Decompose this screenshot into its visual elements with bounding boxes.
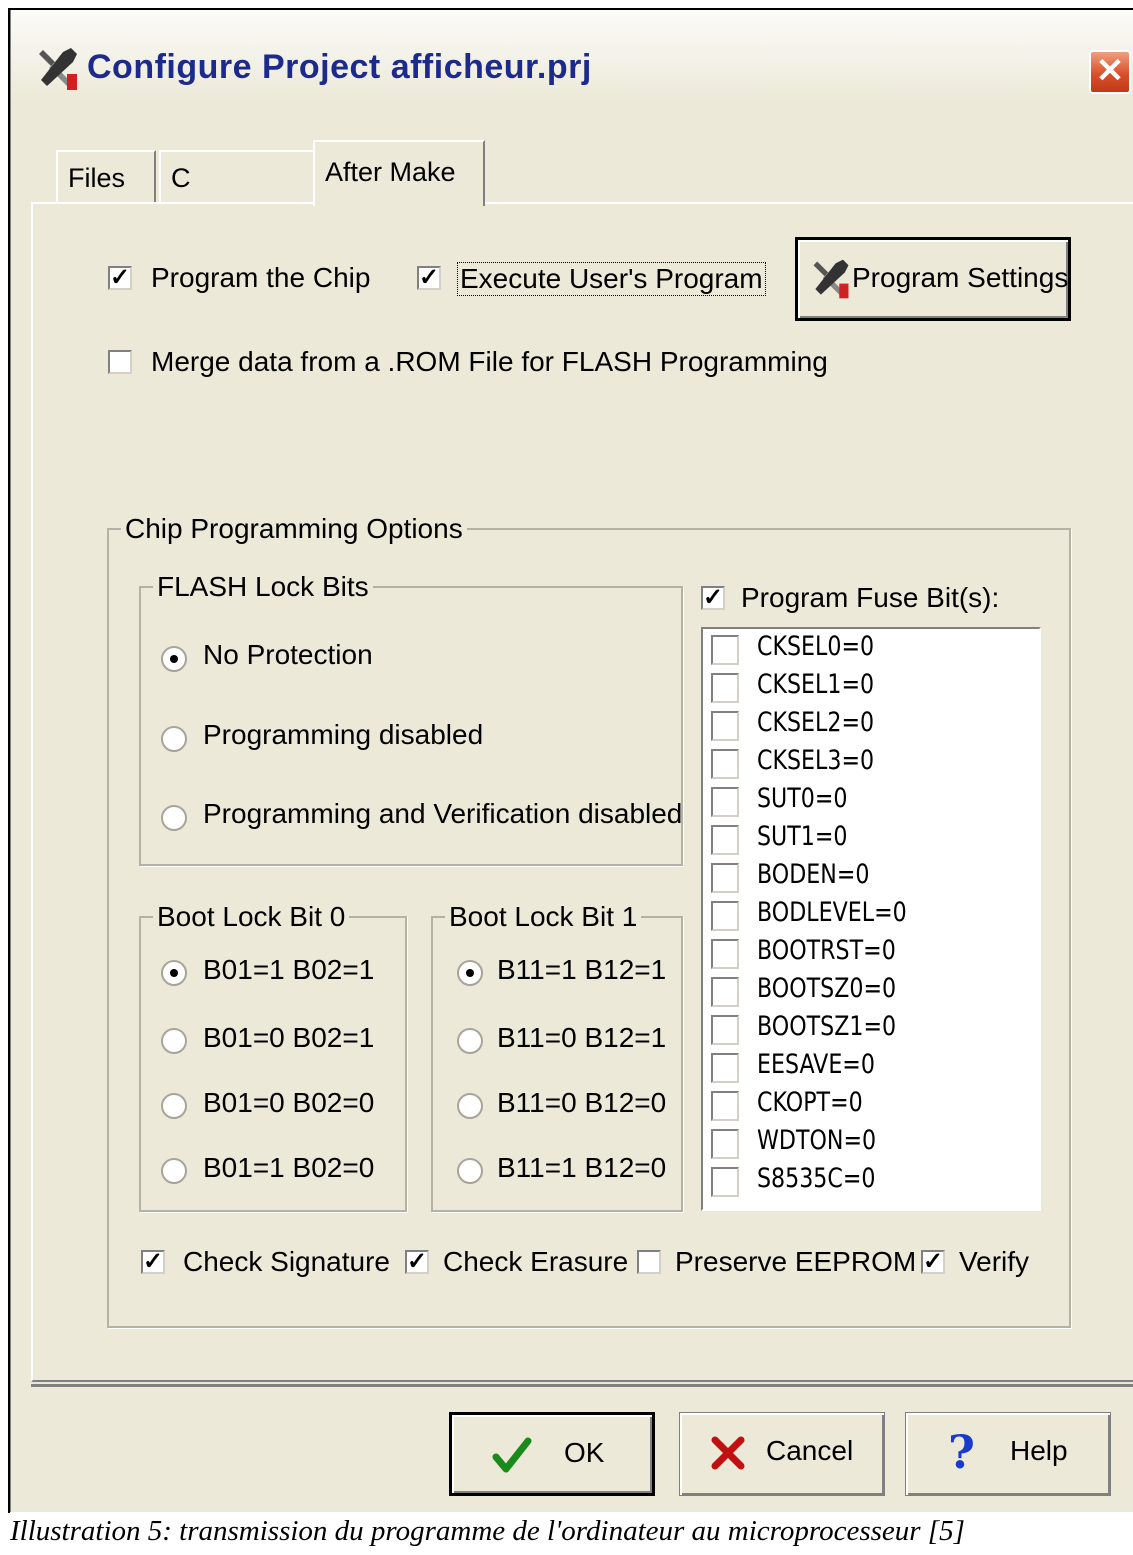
checkmark-icon <box>492 1437 532 1473</box>
verify-checkbox[interactable]: ✓ <box>921 1250 945 1274</box>
b01-1-b02-1-label: B01=1 B02=1 <box>203 954 375 985</box>
b01-0-b02-1-radio[interactable] <box>161 1028 187 1054</box>
b11-0-b12-1-label: B11=0 B12=1 <box>497 1022 667 1053</box>
no-protection-label: No Protection <box>203 639 373 670</box>
program-chip-checkbox[interactable]: ✓ <box>108 266 132 290</box>
window-title: Configure Project afficheur.prj <box>87 48 592 86</box>
b01-1-b02-0-radio[interactable] <box>161 1158 187 1184</box>
programming-verification-disabled-radio[interactable] <box>161 805 187 831</box>
preserve-eeprom-checkbox[interactable] <box>637 1250 661 1274</box>
verify-label: Verify <box>959 1246 1030 1277</box>
b01-0-b02-0-label: B01=0 B02=0 <box>203 1087 375 1118</box>
ok-button[interactable]: OK <box>449 1412 655 1496</box>
program-settings-label: Program Settings <box>852 262 1069 293</box>
close-icon: ✕ <box>1095 52 1125 90</box>
fuse-checkbox[interactable] <box>711 901 739 931</box>
fuse-label: BOOTSZ1=0 <box>757 1011 897 1042</box>
chip-programming-options-title: Chip Programming Options <box>121 513 467 545</box>
fuse-bits-list[interactable]: CKSEL0=0 CKSEL1=0 CKSEL2=0 CKSEL3=0 SUT0… <box>701 627 1041 1211</box>
b11-0-b12-0-label: B11=0 B12=0 <box>497 1087 667 1118</box>
help-label: Help <box>1010 1435 1068 1466</box>
configure-project-dialog: Configure Project afficheur.prj ✕ Files … <box>10 10 1133 1512</box>
fuse-checkbox[interactable] <box>711 1129 739 1159</box>
fuse-label: CKSEL3=0 <box>757 745 875 776</box>
b11-1-b12-1-label: B11=1 B12=1 <box>497 954 667 985</box>
fuse-label: CKSEL2=0 <box>757 707 875 738</box>
fuse-checkbox[interactable] <box>711 1167 739 1197</box>
fuse-checkbox[interactable] <box>711 1015 739 1045</box>
fuse-checkbox[interactable] <box>711 1053 739 1083</box>
fuse-checkbox[interactable] <box>711 635 739 665</box>
merge-rom-checkbox[interactable] <box>108 350 132 374</box>
panel-separator <box>31 1384 1133 1387</box>
fuse-label: SUT0=0 <box>757 783 848 814</box>
fuse-label: CKSEL0=0 <box>757 631 875 662</box>
boot-lock-bit-0-title: Boot Lock Bit 0 <box>153 901 350 933</box>
merge-rom-label: Merge data from a .ROM File for FLASH Pr… <box>151 346 828 377</box>
fuse-checkbox[interactable] <box>711 673 739 703</box>
check-erasure-checkbox[interactable]: ✓ <box>405 1250 429 1274</box>
fuse-checkbox[interactable] <box>711 863 739 893</box>
fuse-label: CKOPT=0 <box>757 1087 863 1118</box>
program-settings-button[interactable]: Program Settings <box>795 237 1071 321</box>
tools-icon <box>813 259 849 299</box>
cancel-button[interactable]: Cancel <box>679 1412 885 1496</box>
x-icon <box>711 1436 745 1470</box>
fuse-checkbox[interactable] <box>711 939 739 969</box>
check-signature-label: Check Signature <box>183 1246 391 1277</box>
fuse-label: CKSEL1=0 <box>757 669 875 700</box>
fuse-label: SUT1=0 <box>757 821 848 852</box>
boot-lock-bit-1-title: Boot Lock Bit 1 <box>445 901 642 933</box>
execute-program-checkbox[interactable]: ✓ <box>417 266 441 290</box>
fuse-label: BODLEVEL=0 <box>757 897 907 928</box>
fuse-label: BOOTSZ0=0 <box>757 973 897 1004</box>
fuse-checkbox[interactable] <box>711 749 739 779</box>
tab-c-compiler[interactable]: C Compiler <box>159 150 317 245</box>
ok-label: OK <box>564 1437 605 1468</box>
programming-disabled-label: Programming disabled <box>203 719 484 750</box>
check-signature-checkbox[interactable]: ✓ <box>141 1250 165 1274</box>
fuse-label: EESAVE=0 <box>757 1049 875 1080</box>
tools-icon <box>39 48 77 90</box>
b01-0-b02-1-label: B01=0 B02=1 <box>203 1022 375 1053</box>
tab-files[interactable]: Files <box>56 150 156 202</box>
fuse-checkbox[interactable] <box>711 977 739 1007</box>
program-fuse-label: Program Fuse Bit(s): <box>741 582 1000 613</box>
fuse-label: WDTON=0 <box>757 1125 877 1156</box>
preserve-eeprom-label: Preserve EEPROM <box>675 1246 917 1277</box>
title-bar: Configure Project afficheur.prj ✕ <box>11 10 1133 102</box>
fuse-checkbox[interactable] <box>711 825 739 855</box>
check-erasure-label: Check Erasure <box>443 1246 629 1277</box>
program-fuse-checkbox[interactable]: ✓ <box>701 586 725 610</box>
b01-1-b02-1-radio[interactable] <box>161 960 187 986</box>
program-chip-label: Program the Chip <box>151 262 371 293</box>
b11-1-b12-0-label: B11=1 B12=0 <box>497 1152 667 1183</box>
b11-1-b12-1-radio[interactable] <box>457 960 483 986</box>
b11-0-b12-0-radio[interactable] <box>457 1093 483 1119</box>
programming-disabled-radio[interactable] <box>161 726 187 752</box>
fuse-checkbox[interactable] <box>711 711 739 741</box>
close-button[interactable]: ✕ <box>1089 50 1131 94</box>
no-protection-radio[interactable] <box>161 646 187 672</box>
tab-files-label: Files <box>68 163 126 193</box>
help-button[interactable]: ? Help <box>905 1412 1111 1496</box>
tab-after-make[interactable]: After Make <box>313 140 485 206</box>
fuse-label: S8535C=0 <box>757 1163 876 1194</box>
programming-verification-disabled-label: Programming and Verification disabled <box>203 798 683 829</box>
b11-1-b12-0-radio[interactable] <box>457 1158 483 1184</box>
b11-0-b12-1-radio[interactable] <box>457 1028 483 1054</box>
fuse-label: BODEN=0 <box>757 859 870 890</box>
b01-0-b02-0-radio[interactable] <box>161 1093 187 1119</box>
tab-after-make-label: After Make <box>325 157 456 187</box>
cancel-label: Cancel <box>766 1435 854 1466</box>
execute-program-label: Execute User's Program <box>457 262 766 296</box>
figure-caption: Illustration 5: transmission du programm… <box>10 1515 965 1547</box>
help-icon: ? <box>948 1425 975 1479</box>
flash-lock-bits-title: FLASH Lock Bits <box>153 571 373 603</box>
b01-1-b02-0-label: B01=1 B02=0 <box>203 1152 375 1183</box>
fuse-label: BOOTRST=0 <box>757 935 896 966</box>
fuse-checkbox[interactable] <box>711 1091 739 1121</box>
fuse-checkbox[interactable] <box>711 787 739 817</box>
